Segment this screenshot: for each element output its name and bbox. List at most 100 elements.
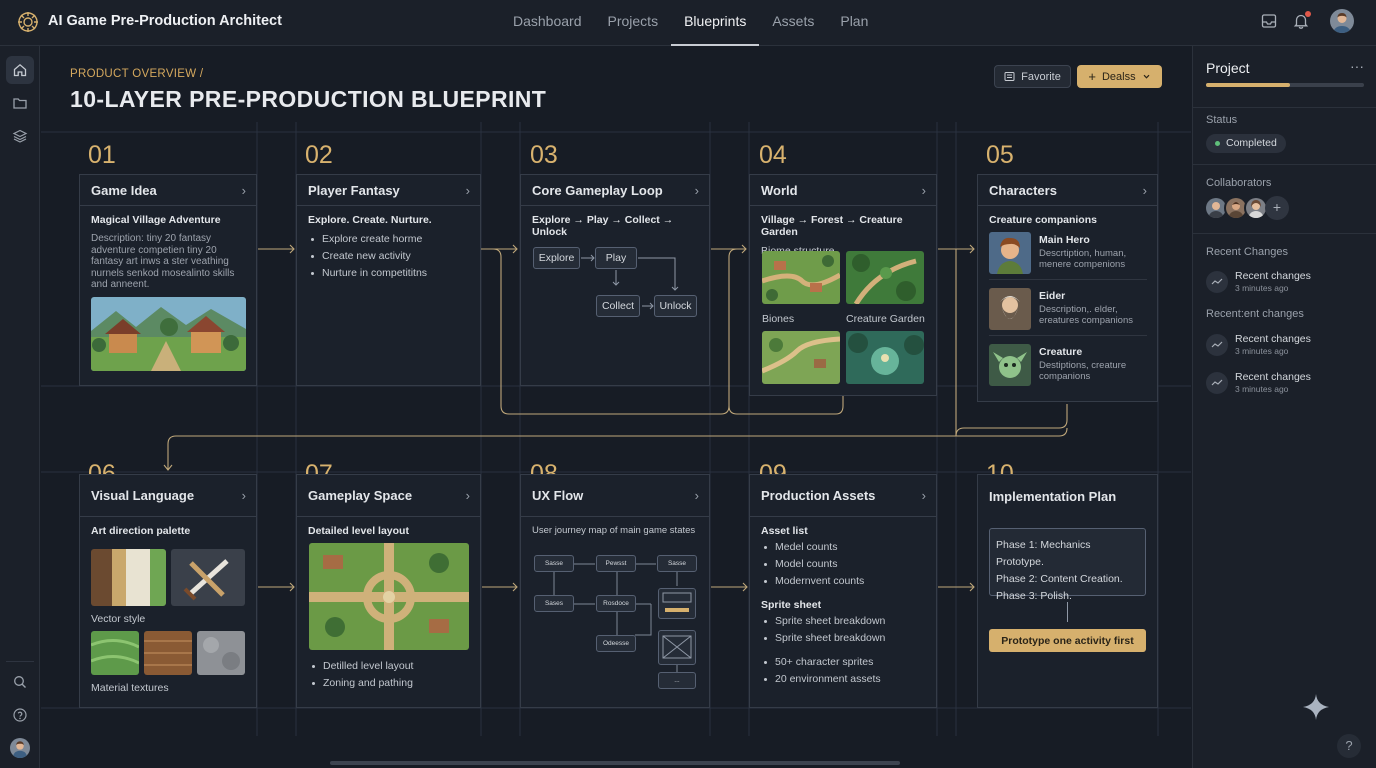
change-time: 3 minutes ago bbox=[1235, 283, 1289, 293]
level-layout-map[interactable] bbox=[309, 543, 469, 650]
horizontal-scrollbar[interactable] bbox=[330, 761, 900, 765]
chevron-down-icon bbox=[1143, 74, 1150, 79]
profile-avatar[interactable] bbox=[6, 734, 34, 762]
deals-label: Dealss bbox=[1101, 70, 1136, 83]
layer-number: 02 bbox=[305, 141, 333, 169]
list-item: Explore create horme bbox=[308, 233, 469, 245]
chevron-right-icon[interactable]: › bbox=[242, 488, 246, 503]
app-logo-icon[interactable] bbox=[16, 10, 40, 34]
card-gameplay-space[interactable]: Gameplay Space › Detailed level layout De… bbox=[296, 474, 481, 708]
card-player-fantasy[interactable]: Player Fantasy › Explore. Create. Nurture… bbox=[296, 174, 481, 386]
main-nav: Dashboard Projects Blueprints Assets Pla… bbox=[500, 0, 881, 46]
character-row-main-hero[interactable]: Main Hero Descrtiption, human, menere co… bbox=[989, 232, 1147, 280]
nav-tab-projects[interactable]: Projects bbox=[595, 0, 672, 46]
change-title: Recent changes bbox=[1235, 333, 1311, 345]
breadcrumb[interactable]: PRODUCT OVERVIEW / bbox=[70, 68, 203, 80]
layer-number: 05 bbox=[986, 141, 1014, 169]
favorite-button[interactable]: Favorite bbox=[994, 65, 1071, 88]
card-ux-flow[interactable]: UX Flow › User journey map of main game s… bbox=[520, 474, 710, 708]
chevron-right-icon[interactable]: › bbox=[1143, 183, 1147, 198]
sprite-sheet-heading: Sprite sheet bbox=[761, 599, 822, 611]
activity-icon bbox=[1206, 372, 1228, 394]
user-avatar[interactable] bbox=[1330, 9, 1354, 33]
chevron-right-icon[interactable]: › bbox=[242, 183, 246, 198]
inbox-icon[interactable] bbox=[1260, 12, 1278, 30]
list-item: Create new activity bbox=[308, 250, 469, 262]
search-icon[interactable] bbox=[6, 668, 34, 696]
blueprint-canvas[interactable]: PRODUCT OVERVIEW / 10-LAYER PRE-PRODUCTI… bbox=[41, 46, 1191, 768]
app-title: AI Game Pre-Production Architect bbox=[48, 13, 282, 29]
forest-map-thumbnail[interactable] bbox=[846, 251, 924, 304]
list-item: Modernvent counts bbox=[761, 575, 925, 587]
nav-tab-plan[interactable]: Plan bbox=[827, 0, 881, 46]
biome-caption: Biones bbox=[762, 313, 795, 325]
card-subtitle: Magical Village Adventure bbox=[91, 214, 221, 226]
nav-tab-assets[interactable]: Assets bbox=[759, 0, 827, 46]
ux-node[interactable]: ... bbox=[658, 672, 696, 689]
ux-node[interactable]: Rosdoce bbox=[596, 595, 636, 612]
character-row-elder[interactable]: Eider Description,. elder, ereatures com… bbox=[989, 288, 1147, 336]
nav-tab-dashboard[interactable]: Dashboard bbox=[500, 0, 595, 46]
card-world[interactable]: World › Village → Forest → Creature Garde… bbox=[749, 174, 937, 396]
loop-node-collect[interactable]: Collect bbox=[596, 295, 640, 317]
ux-node[interactable]: Odeesse bbox=[596, 635, 636, 652]
loop-node-unlock[interactable]: Unlock bbox=[654, 295, 697, 317]
top-bar: AI Game Pre-Production Architect Dashboa… bbox=[0, 0, 1376, 46]
ux-screen-wireframe[interactable] bbox=[658, 630, 696, 665]
character-row-creature[interactable]: Creature Destiptions, creature companion… bbox=[989, 344, 1147, 392]
fantasy-list: Explore create horme Create new activity… bbox=[308, 233, 469, 279]
more-options-icon[interactable]: ··· bbox=[1350, 58, 1364, 74]
ux-node[interactable]: Pewsst bbox=[596, 555, 636, 572]
card-core-gameplay-loop[interactable]: Core Gameplay Loop › Explore → Play → Col… bbox=[520, 174, 710, 386]
ux-node[interactable]: Sasse bbox=[657, 555, 697, 572]
chevron-right-icon[interactable]: › bbox=[922, 488, 926, 503]
home-icon[interactable] bbox=[6, 56, 34, 84]
sparkle-icon[interactable] bbox=[1303, 694, 1329, 720]
layers-icon[interactable] bbox=[6, 122, 34, 150]
page-title: 10-LAYER PRE-PRODUCTION BLUEPRINT bbox=[70, 86, 547, 112]
wood-texture bbox=[144, 631, 192, 675]
change-title: Recent changes bbox=[1235, 270, 1311, 282]
card-title: Production Assets bbox=[761, 488, 876, 503]
recent-change-item[interactable]: Recent changes 3 minutes ago bbox=[1206, 371, 1371, 397]
ux-node[interactable]: Sasse bbox=[534, 555, 574, 572]
help-circle-icon[interactable] bbox=[6, 701, 34, 729]
card-production-assets[interactable]: Production Assets › Asset list Medel coun… bbox=[749, 474, 937, 708]
notification-dot bbox=[1305, 11, 1311, 17]
chevron-right-icon[interactable]: › bbox=[466, 183, 470, 198]
layer-number: 03 bbox=[530, 141, 558, 169]
panel-divider bbox=[1193, 164, 1376, 165]
folder-icon[interactable] bbox=[6, 89, 34, 117]
chevron-right-icon[interactable]: › bbox=[922, 183, 926, 198]
recent-change-item[interactable]: Recent changes 3 minutes ago bbox=[1206, 333, 1371, 359]
status-badge[interactable]: Completed bbox=[1206, 134, 1286, 153]
deals-dropdown-button[interactable]: + Dealss bbox=[1077, 65, 1162, 88]
count-list: 50+ character sprites 20 environment ass… bbox=[761, 656, 925, 685]
chevron-right-icon[interactable]: › bbox=[466, 488, 470, 503]
loop-node-explore[interactable]: Explore bbox=[533, 247, 580, 269]
notifications-bell-icon[interactable] bbox=[1292, 11, 1311, 30]
card-title: Gameplay Space bbox=[308, 488, 413, 503]
village-map-thumbnail[interactable] bbox=[762, 251, 840, 304]
ux-node[interactable]: Sases bbox=[534, 595, 574, 612]
creature-garden-thumbnail[interactable] bbox=[846, 331, 924, 384]
card-game-idea[interactable]: Game Idea › Magical Village Adventure Des… bbox=[79, 174, 257, 386]
project-progress-bar bbox=[1206, 83, 1364, 87]
character-name: Main Hero bbox=[1039, 234, 1090, 246]
card-visual-language[interactable]: Visual Language › Art direction palette V… bbox=[79, 474, 257, 708]
panel-title: Project bbox=[1206, 60, 1250, 76]
card-title: Implementation Plan bbox=[989, 488, 1117, 504]
help-button[interactable]: ? bbox=[1337, 734, 1361, 758]
card-implementation-plan[interactable]: Implementation Plan Phase 1: Mechanics P… bbox=[977, 474, 1158, 708]
card-characters[interactable]: Characters › Creature companions Main Her… bbox=[977, 174, 1158, 402]
biome-map-thumbnail[interactable] bbox=[762, 331, 840, 384]
loop-node-play[interactable]: Play bbox=[595, 247, 637, 269]
prototype-cta-button[interactable]: Prototype one activity first bbox=[989, 629, 1146, 652]
ux-screen-wireframe[interactable] bbox=[658, 588, 696, 619]
add-collaborator-button[interactable]: + bbox=[1265, 196, 1289, 220]
recent-change-item[interactable]: Recent changes 3 minutes ago bbox=[1206, 270, 1371, 296]
card-subtitle: Art direction palette bbox=[91, 525, 191, 537]
recent-changes-label: Recent:ent changes bbox=[1206, 308, 1304, 320]
rail-divider bbox=[6, 661, 34, 662]
nav-tab-blueprints[interactable]: Blueprints bbox=[671, 0, 760, 46]
